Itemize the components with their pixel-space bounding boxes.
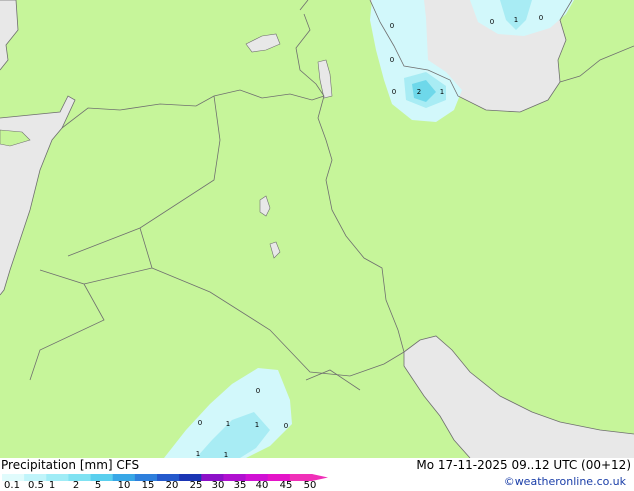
legend-swatch [68,474,92,481]
valid-time: Mo 17-11-2025 09..12 UTC (00+12) [416,458,631,472]
legend-tick-label: 25 [189,480,203,491]
precip-value: 1 [440,88,444,96]
legend-tick-label: 0.1 [4,480,20,491]
legend-tick-label: 30 [211,480,225,491]
legend-tick-label: 20 [165,480,179,491]
precip-value: 1 [255,421,259,429]
credit-link[interactable]: ©weatheronline.co.uk [504,475,626,488]
legend-tick-label: 1 [48,480,56,491]
precip-value: 0 [198,419,202,427]
precip-value: 2 [417,88,421,96]
legend-tick-label: 0.5 [28,480,44,491]
precip-value: 0 [284,422,288,430]
legend-tick-label: 45 [279,480,293,491]
legend-tick-label: 40 [255,480,269,491]
precip-value: 0 [490,18,494,26]
precip-value: 0 [390,22,394,30]
legend-tick-label: 50 [303,480,317,491]
legend-tick-label: 15 [141,480,155,491]
precip-value: 1 [226,420,230,428]
product-title: Precipitation [mm] CFS [1,458,140,472]
precip-value: 0 [539,14,543,22]
precip-value: 1 [224,451,228,458]
legend-tick-label: 2 [72,480,80,491]
legend-tick-label: 5 [94,480,102,491]
legend-tick-label: 35 [233,480,247,491]
precip-value: 1 [196,450,200,458]
precip-value: 0 [256,387,260,395]
precip-value: 1 [514,16,518,24]
precip-value: 0 [390,56,394,64]
precip-value: 0 [392,88,396,96]
precipitation-map: 0 0 0 2 1 0 1 0 0 0 1 1 0 1 1 [0,0,634,458]
legend-tick-label: 10 [117,480,131,491]
map-footer: Precipitation [mm] CFS Mo 17-11-2025 09.… [0,458,634,491]
